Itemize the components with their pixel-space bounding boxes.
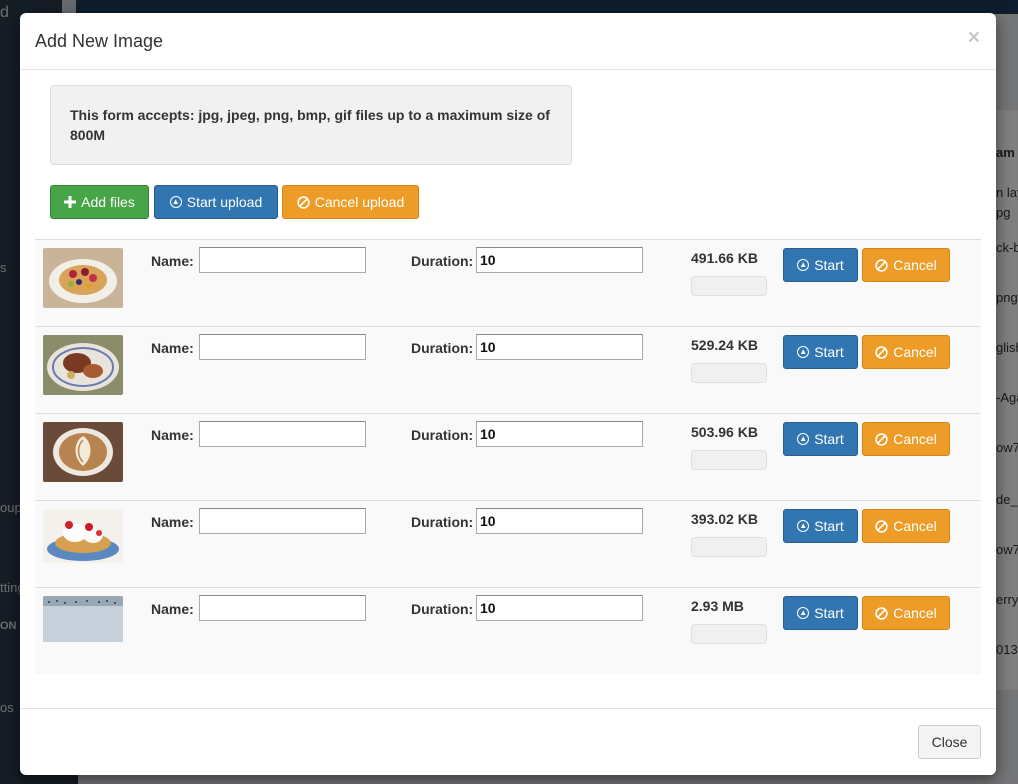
name-input[interactable] bbox=[199, 595, 366, 621]
duration-label: Duration: bbox=[411, 514, 474, 530]
name-label: Name: bbox=[151, 427, 194, 443]
duration-label: Duration: bbox=[411, 427, 474, 443]
lake-birds-thumbnail bbox=[43, 596, 123, 656]
plus-icon bbox=[64, 196, 77, 208]
start-label: Start bbox=[814, 431, 844, 447]
ham-plate-thumbnail bbox=[43, 335, 123, 395]
cancel-label: Cancel bbox=[893, 257, 937, 273]
cancel-upload-button[interactable]: Cancel upload bbox=[282, 185, 419, 219]
modal-header: Add New Image × bbox=[20, 13, 996, 70]
duration-input[interactable] bbox=[476, 508, 643, 534]
cancel-label: Cancel bbox=[893, 518, 937, 534]
start-button[interactable]: ▲ Start bbox=[783, 335, 858, 369]
name-input[interactable] bbox=[199, 421, 366, 447]
cancel-label: Cancel bbox=[893, 605, 937, 621]
name-label: Name: bbox=[151, 514, 194, 530]
cancel-upload-label: Cancel upload bbox=[314, 194, 405, 210]
start-label: Start bbox=[814, 257, 844, 273]
ban-icon bbox=[875, 432, 888, 446]
upload-circle-icon: ▲ bbox=[797, 520, 810, 532]
file-list: Name: Duration: 491.66 KB ▲ Start Cancel bbox=[35, 239, 981, 674]
duration-label: Duration: bbox=[411, 340, 474, 356]
name-input[interactable] bbox=[199, 334, 366, 360]
start-button[interactable]: ▲ Start bbox=[783, 509, 858, 543]
cancel-label: Cancel bbox=[893, 431, 937, 447]
cancel-button[interactable]: Cancel bbox=[862, 509, 950, 543]
close-button[interactable]: Close bbox=[918, 725, 981, 759]
upload-progress-bar bbox=[691, 624, 767, 644]
waffle-fruit-thumbnail bbox=[43, 248, 123, 308]
ban-icon bbox=[875, 519, 888, 533]
upload-progress-bar bbox=[691, 537, 767, 557]
file-row: Name: Duration: 393.02 KB ▲ Start Cancel bbox=[35, 500, 981, 587]
upload-progress-bar bbox=[691, 450, 767, 470]
file-size: 503.96 KB bbox=[691, 424, 758, 440]
file-row: Name: Duration: 491.66 KB ▲ Start Cancel bbox=[35, 239, 981, 326]
close-icon[interactable]: × bbox=[968, 26, 980, 50]
add-files-label: Add files bbox=[81, 194, 135, 210]
ban-icon bbox=[875, 258, 888, 272]
name-label: Name: bbox=[151, 253, 194, 269]
file-size: 2.93 MB bbox=[691, 598, 744, 614]
start-upload-button[interactable]: ▲ Start upload bbox=[154, 185, 278, 219]
upload-circle-icon: ▲ bbox=[797, 433, 810, 445]
start-label: Start bbox=[814, 344, 844, 360]
cancel-button[interactable]: Cancel bbox=[862, 335, 950, 369]
ban-icon bbox=[297, 195, 310, 209]
upload-circle-icon: ▲ bbox=[169, 196, 182, 208]
waffle-cream-thumbnail bbox=[43, 509, 123, 569]
name-label: Name: bbox=[151, 601, 194, 617]
start-label: Start bbox=[814, 605, 844, 621]
add-files-button[interactable]: Add files bbox=[50, 185, 149, 219]
file-size: 529.24 KB bbox=[691, 337, 758, 353]
modal-title: Add New Image bbox=[35, 31, 164, 51]
duration-input[interactable] bbox=[476, 334, 643, 360]
name-input[interactable] bbox=[199, 247, 366, 273]
upload-circle-icon: ▲ bbox=[797, 607, 810, 619]
file-row: Name: Duration: 2.93 MB ▲ Start Cancel bbox=[35, 587, 981, 674]
start-upload-label: Start upload bbox=[186, 194, 263, 210]
duration-label: Duration: bbox=[411, 601, 474, 617]
start-button[interactable]: ▲ Start bbox=[783, 248, 858, 282]
file-row: Name: Duration: 503.96 KB ▲ Start Cancel bbox=[35, 413, 981, 500]
upload-progress-bar bbox=[691, 276, 767, 296]
add-image-modal: Add New Image × This form accepts: jpg, … bbox=[20, 13, 996, 775]
duration-input[interactable] bbox=[476, 421, 643, 447]
file-size: 393.02 KB bbox=[691, 511, 758, 527]
cancel-label: Cancel bbox=[893, 344, 937, 360]
name-label: Name: bbox=[151, 340, 194, 356]
duration-input[interactable] bbox=[476, 595, 643, 621]
upload-progress-bar bbox=[691, 363, 767, 383]
start-button[interactable]: ▲ Start bbox=[783, 596, 858, 630]
start-button[interactable]: ▲ Start bbox=[783, 422, 858, 456]
cancel-button[interactable]: Cancel bbox=[862, 596, 950, 630]
duration-label: Duration: bbox=[411, 253, 474, 269]
cancel-button[interactable]: Cancel bbox=[862, 422, 950, 456]
accepted-files-notice: This form accepts: jpg, jpeg, png, bmp, … bbox=[50, 85, 572, 165]
upload-circle-icon: ▲ bbox=[797, 346, 810, 358]
file-size: 491.66 KB bbox=[691, 250, 758, 266]
start-label: Start bbox=[814, 518, 844, 534]
upload-circle-icon: ▲ bbox=[797, 259, 810, 271]
file-row: Name: Duration: 529.24 KB ▲ Start Cancel bbox=[35, 326, 981, 413]
ban-icon bbox=[875, 345, 888, 359]
latte-art-thumbnail bbox=[43, 422, 123, 482]
name-input[interactable] bbox=[199, 508, 366, 534]
duration-input[interactable] bbox=[476, 247, 643, 273]
modal-footer: Close bbox=[20, 708, 996, 775]
cancel-button[interactable]: Cancel bbox=[862, 248, 950, 282]
ban-icon bbox=[875, 606, 888, 620]
